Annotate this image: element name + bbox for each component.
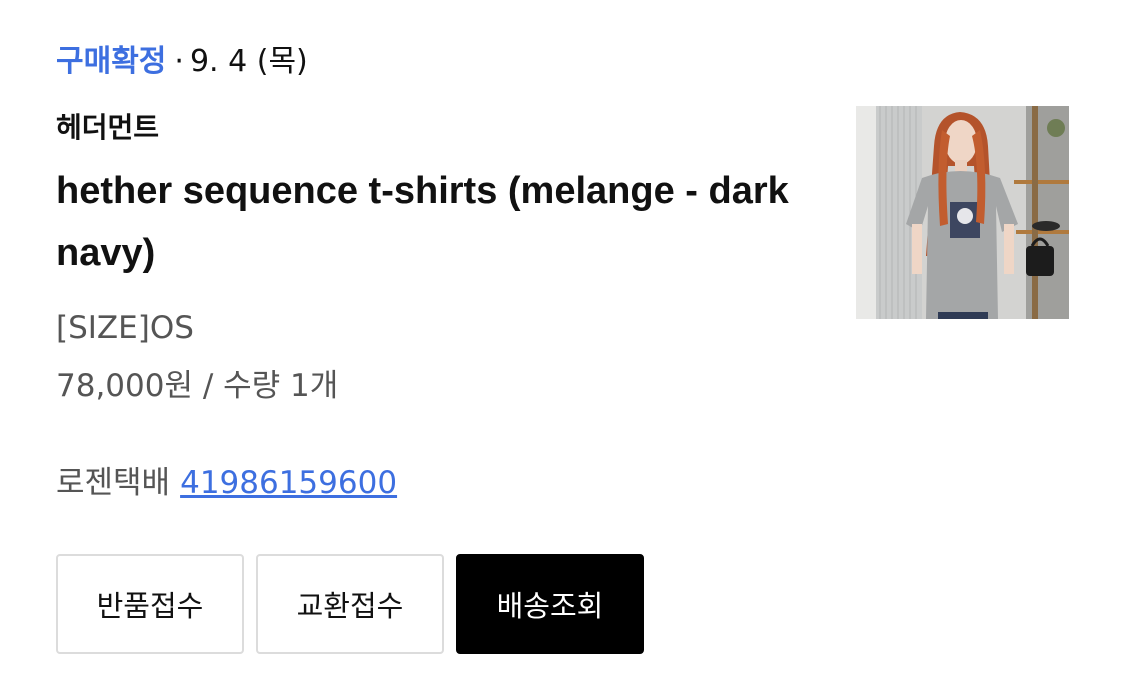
order-date: 9. 4 (목): [189, 44, 308, 79]
track-shipment-button[interactable]: 배송조회: [456, 554, 644, 654]
brand-name[interactable]: 헤더먼트: [56, 108, 159, 148]
shipping-carrier: 로젠택배: [56, 465, 171, 501]
price-quantity: 78,000원 / 수량 1개: [56, 368, 339, 404]
order-status-label: 구매확정: [56, 44, 167, 79]
product-name[interactable]: hether sequence t-shirts (melange - dark…: [56, 160, 816, 284]
order-item-card: 구매확정 · 9. 4 (목) 헤더먼트 hether sequence t-shi…: [0, 0, 1125, 694]
return-request-button[interactable]: 반품접수: [56, 554, 244, 654]
action-buttons: 반품접수 교환접수 배송조회: [56, 554, 644, 654]
exchange-request-button[interactable]: 교환접수: [256, 554, 444, 654]
status-separator: ·: [174, 44, 184, 79]
order-status-line: 구매확정 · 9. 4 (목): [56, 40, 308, 84]
shipping-info: 로젠택배 41986159600: [56, 461, 397, 505]
product-option: [SIZE]OS: [56, 310, 194, 346]
product-thumbnail[interactable]: [856, 106, 1069, 319]
tracking-number-link[interactable]: 41986159600: [180, 465, 397, 501]
product-photo: [856, 106, 1069, 319]
